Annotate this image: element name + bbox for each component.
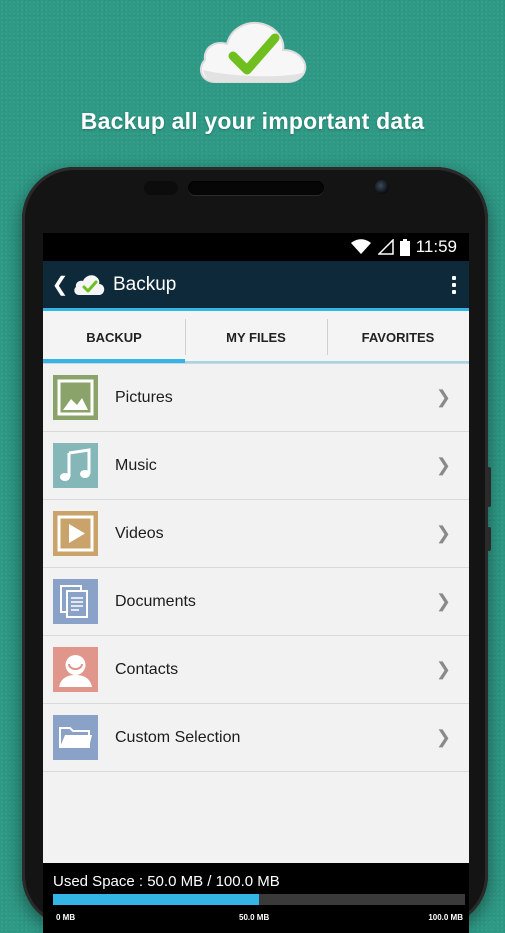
- list-item-custom-selection[interactable]: Custom Selection ❯: [43, 704, 469, 772]
- folder-icon: [53, 715, 98, 760]
- tab-favorites[interactable]: FAVORITES: [327, 311, 469, 363]
- list-item-videos[interactable]: Videos ❯: [43, 500, 469, 568]
- storage-min-label: 0 MB: [56, 913, 76, 922]
- storage-max-label: 100.0 MB: [428, 913, 463, 922]
- signal-icon: [377, 239, 394, 255]
- phone-side-button: [487, 527, 491, 551]
- tab-my-files[interactable]: MY FILES: [185, 311, 327, 363]
- list-item-music[interactable]: Music ❯: [43, 432, 469, 500]
- storage-panel: Used Space : 50.0 MB / 100.0 MB 0 MB 50.…: [43, 863, 469, 933]
- phone-sensor: [144, 181, 178, 195]
- phone-side-button: [487, 467, 491, 507]
- play-icon: [53, 511, 98, 556]
- item-label: Contacts: [115, 660, 179, 678]
- phone-screen: 11:59 ❮ Backup BACKUP MY FILES FAVORITES: [43, 233, 469, 933]
- list-item-documents[interactable]: Documents ❯: [43, 568, 469, 636]
- item-label: Music: [115, 456, 157, 474]
- promo-headline: Backup all your important data: [80, 108, 425, 134]
- music-note-icon: [53, 443, 98, 488]
- tab-bar: BACKUP MY FILES FAVORITES: [43, 311, 469, 364]
- storage-usage-text: Used Space : 50.0 MB / 100.0 MB: [53, 873, 280, 890]
- chevron-left-icon[interactable]: ❮: [49, 272, 71, 297]
- chevron-right-icon: ❯: [435, 591, 451, 611]
- storage-mid-label: 50.0 MB: [239, 913, 270, 922]
- image-icon: [53, 375, 98, 420]
- tab-backup[interactable]: BACKUP: [43, 311, 185, 363]
- list-item-contacts[interactable]: Contacts ❯: [43, 636, 469, 704]
- phone-camera: [375, 180, 389, 194]
- backup-category-list: Pictures ❯ Music ❯ Videos ❯ Documents ❯ …: [43, 364, 469, 772]
- item-label: Videos: [115, 524, 164, 542]
- chevron-right-icon: ❯: [435, 727, 451, 747]
- contact-icon: [53, 647, 98, 692]
- list-item-pictures[interactable]: Pictures ❯: [43, 364, 469, 432]
- chevron-right-icon: ❯: [435, 455, 451, 475]
- item-label: Custom Selection: [115, 728, 241, 746]
- status-time: 11:59: [415, 237, 457, 256]
- tab-label: FAVORITES: [361, 329, 435, 345]
- chevron-right-icon: ❯: [435, 659, 451, 679]
- app-cloud-icon: [74, 274, 105, 295]
- item-label: Pictures: [115, 388, 173, 406]
- documents-icon: [53, 579, 98, 624]
- tab-label: BACKUP: [86, 329, 142, 345]
- overflow-menu-icon[interactable]: [439, 275, 469, 294]
- status-bar: 11:59: [43, 233, 469, 261]
- chevron-right-icon: ❯: [435, 523, 451, 543]
- wifi-icon: [350, 239, 371, 254]
- battery-icon: [399, 238, 410, 256]
- item-label: Documents: [115, 592, 196, 610]
- phone-frame: 11:59 ❮ Backup BACKUP MY FILES FAVORITES: [22, 167, 491, 933]
- app-title: Backup: [113, 273, 177, 295]
- app-bar: ❮ Backup: [43, 261, 469, 311]
- storage-progress-bar: [53, 894, 465, 905]
- cloud-check-icon: [199, 22, 307, 83]
- tab-label: MY FILES: [226, 329, 286, 345]
- phone-speaker: [188, 181, 324, 195]
- chevron-right-icon: ❯: [435, 387, 451, 407]
- storage-progress-fill: [53, 894, 259, 905]
